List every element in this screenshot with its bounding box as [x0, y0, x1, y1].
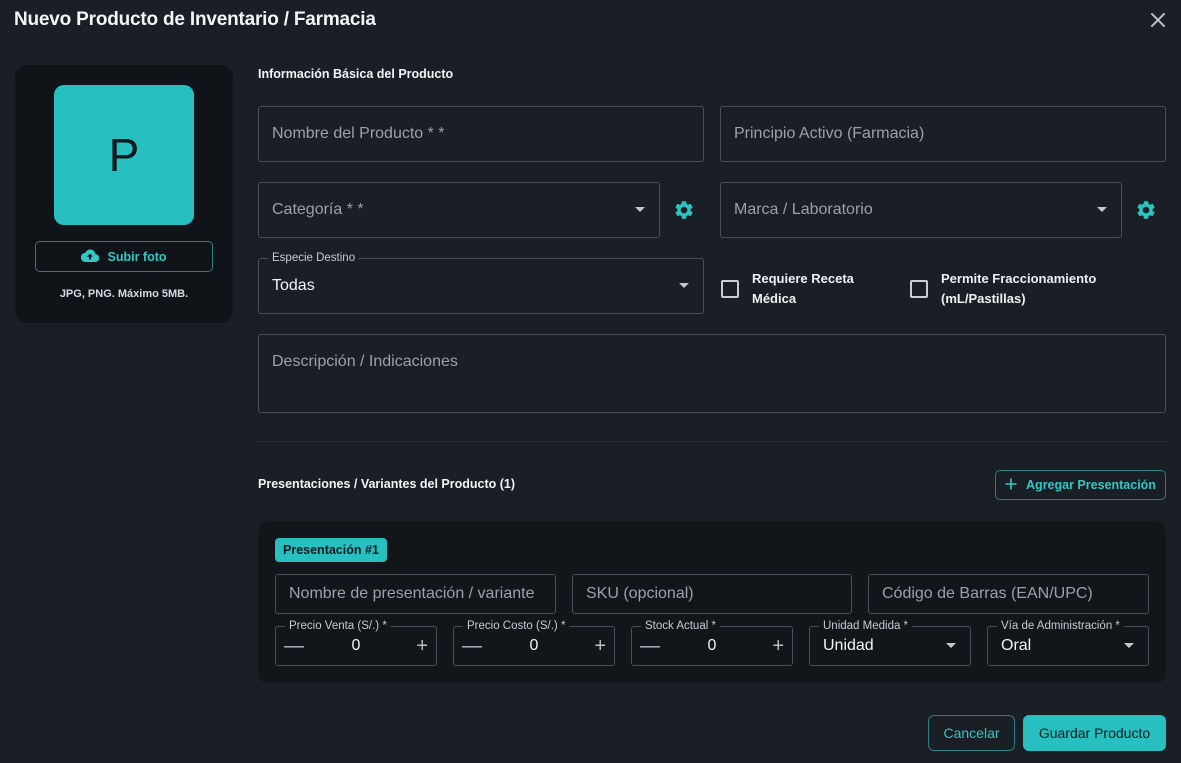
plus-icon[interactable]: + [416, 636, 428, 656]
stock-label: Stock Actual * [641, 620, 720, 633]
unit-select[interactable]: Unidad Medida * Unidad [809, 620, 971, 666]
add-presentation-button[interactable]: Agregar Presentación [995, 470, 1166, 500]
product-name-placeholder: Nombre del Producto * * [272, 125, 445, 142]
requires-prescription-checkbox[interactable]: Requiere Receta Médica [721, 269, 891, 309]
chevron-down-icon [635, 207, 645, 212]
cost-price-label: Precio Costo (S/.) * [463, 620, 570, 633]
add-presentation-label: Agregar Presentación [1026, 478, 1156, 492]
stock-value[interactable]: 0 [632, 637, 792, 655]
brand-select[interactable]: Marca / Laboratorio [720, 182, 1122, 238]
plus-icon [1005, 478, 1017, 493]
cloud-upload-icon [81, 249, 100, 265]
chevron-down-icon [1124, 643, 1134, 648]
allows-fractioning-checkbox[interactable]: Permite Fraccionamiento (mL/Pastillas) [910, 269, 1140, 309]
sku-placeholder: SKU (opcional) [586, 585, 694, 602]
sku-field[interactable]: SKU (opcional) [572, 574, 852, 614]
checkbox-box[interactable] [721, 280, 739, 298]
plus-icon[interactable]: + [594, 636, 606, 656]
checkbox-box[interactable] [910, 280, 928, 298]
close-icon[interactable] [1149, 11, 1167, 29]
sale-price-value[interactable]: 0 [276, 637, 436, 655]
variants-title: Presentaciones / Variantes del Producto … [258, 477, 516, 491]
requires-prescription-label: Requiere Receta Médica [752, 271, 854, 306]
stock-stepper[interactable]: Stock Actual * — 0 + [631, 620, 793, 666]
species-value: Todas [272, 277, 315, 294]
chevron-down-icon [946, 643, 956, 648]
plus-icon[interactable]: + [772, 636, 784, 656]
sale-price-label: Precio Venta (S/.) * [285, 620, 391, 633]
upload-hint: JPG, PNG. Máximo 5MB. [59, 288, 189, 300]
route-select[interactable]: Vía de Administración * Oral [987, 620, 1149, 666]
unit-label: Unidad Medida * [819, 620, 913, 633]
barcode-field[interactable]: Código de Barras (EAN/UPC) [868, 574, 1149, 614]
unit-value: Unidad [823, 637, 874, 654]
barcode-placeholder: Código de Barras (EAN/UPC) [882, 585, 1093, 602]
description-field[interactable]: Descripción / Indicaciones [258, 334, 1166, 413]
species-select[interactable]: Especie Destino Todas [258, 252, 704, 314]
route-value: Oral [1001, 637, 1032, 654]
gear-icon[interactable] [673, 199, 695, 221]
sale-price-stepper[interactable]: Precio Venta (S/.) * — 0 + [275, 620, 437, 666]
brand-placeholder: Marca / Laboratorio [734, 201, 873, 218]
product-avatar: P [54, 85, 194, 225]
chevron-down-icon [1097, 207, 1107, 212]
allows-fractioning-label: Permite Fraccionamiento (mL/Pastillas) [941, 271, 1097, 306]
variant-card: Presentación #1 Nombre de presentación /… [258, 521, 1166, 683]
description-placeholder: Descripción / Indicaciones [272, 353, 458, 370]
species-label: Especie Destino [268, 252, 360, 265]
route-label: Vía de Administración * [997, 620, 1124, 633]
section-divider [258, 441, 1166, 442]
gear-icon[interactable] [1135, 199, 1157, 221]
save-product-button[interactable]: Guardar Producto [1023, 715, 1166, 751]
cancel-button[interactable]: Cancelar [928, 715, 1015, 751]
variant-name-field[interactable]: Nombre de presentación / variante [275, 574, 556, 614]
category-placeholder: Categoría * * [272, 201, 364, 218]
category-select[interactable]: Categoría * * [258, 182, 660, 238]
chevron-down-icon [679, 283, 689, 288]
cost-price-value[interactable]: 0 [454, 637, 614, 655]
basic-info-title: Información Básica del Producto [258, 67, 454, 81]
variant-name-placeholder: Nombre de presentación / variante [289, 585, 535, 602]
product-name-field[interactable]: Nombre del Producto * * [258, 106, 704, 162]
upload-photo-label: Subir foto [107, 249, 167, 264]
photo-card: P Subir foto JPG, PNG. Máximo 5MB. [15, 65, 233, 323]
active-ingredient-placeholder: Principio Activo (Farmacia) [734, 125, 925, 142]
upload-photo-button[interactable]: Subir foto [35, 241, 213, 272]
dialog-title: Nuevo Producto de Inventario / Farmacia [14, 9, 376, 30]
variant-chip: Presentación #1 [275, 538, 387, 562]
active-ingredient-field[interactable]: Principio Activo (Farmacia) [720, 106, 1166, 162]
cost-price-stepper[interactable]: Precio Costo (S/.) * — 0 + [453, 620, 615, 666]
new-product-dialog: Nuevo Producto de Inventario / Farmacia … [0, 0, 1181, 763]
